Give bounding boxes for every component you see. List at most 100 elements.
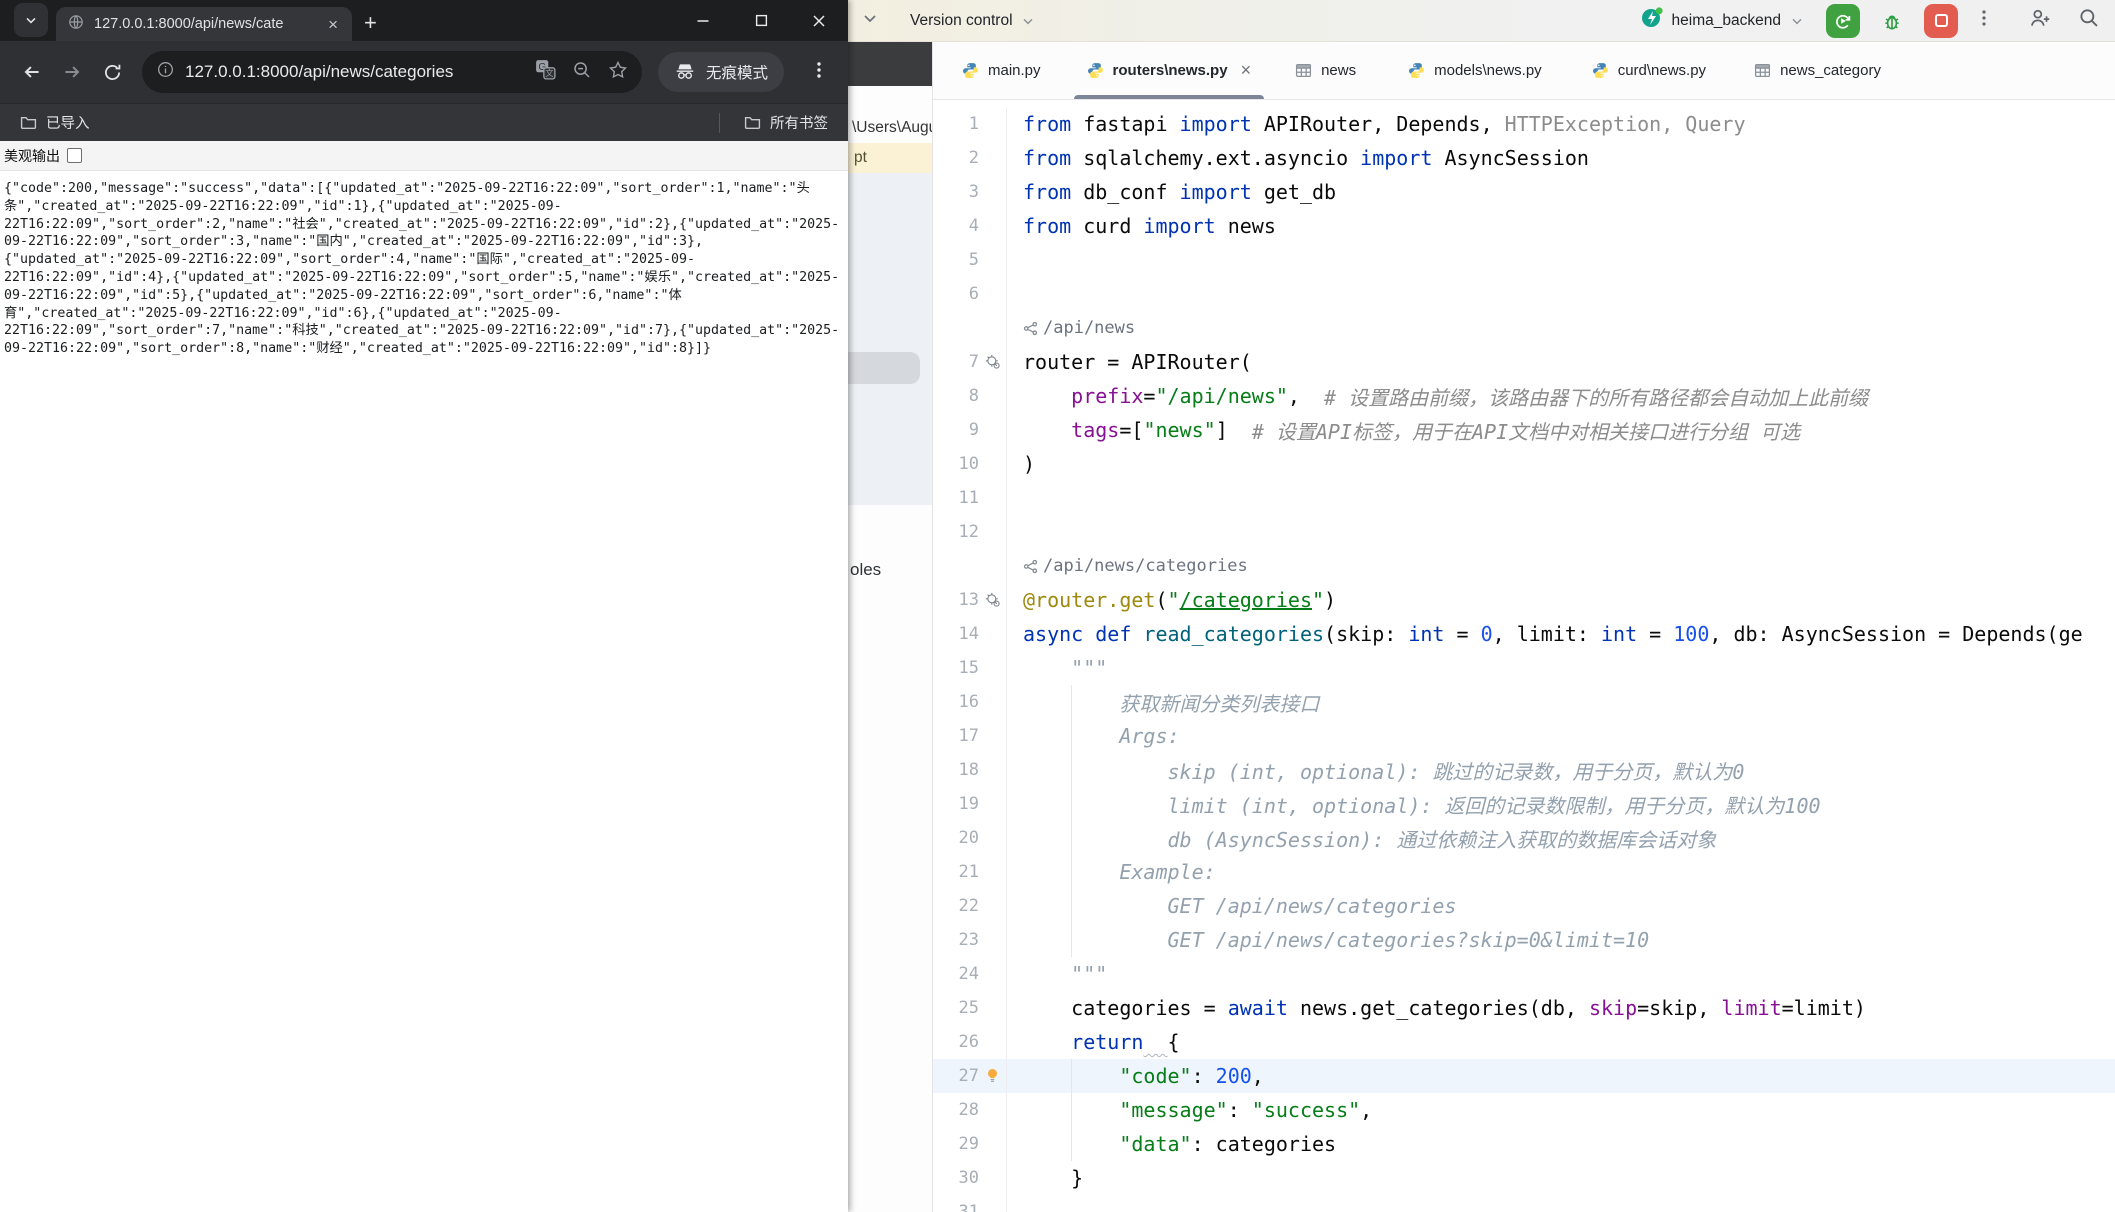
- desktop: Version control heima_backend main.py ro…: [0, 0, 2115, 1212]
- forward-button[interactable]: [52, 52, 92, 92]
- endpoint-inlay-hint[interactable]: /api/news: [1023, 318, 1135, 338]
- code-editor[interactable]: 1 from fastapi import APIRouter, Depends,…: [933, 100, 2115, 1212]
- python-file-icon: [1592, 62, 1609, 79]
- editor-tab-main-py[interactable]: main.py: [957, 42, 1046, 99]
- line-number: 9: [968, 420, 979, 440]
- background-button[interactable]: [848, 352, 920, 384]
- editor-tab-models-news-py[interactable]: models\news.py: [1403, 42, 1547, 99]
- folder-icon: [20, 117, 37, 130]
- zoom-out-icon[interactable]: [572, 60, 592, 85]
- json-line: 22T16:22:09","id":4},{"updated_at":"2025…: [4, 269, 840, 285]
- close-icon: [813, 14, 825, 27]
- folder-icon: [744, 117, 761, 130]
- svg-text:文: 文: [545, 68, 553, 78]
- line-number: 22: [958, 896, 979, 916]
- address-bar[interactable]: 127.0.0.1:8000/api/news/categories G文: [142, 51, 642, 93]
- stop-button[interactable]: [1924, 3, 1958, 38]
- endpoint-inlay-hint[interactable]: /api/news/categories: [1023, 556, 1248, 576]
- code-line: 20 db (AsyncSession): 通过依赖注入获取的数据库会话对象: [933, 821, 2115, 855]
- run-config-name: heima_backend: [1671, 11, 1781, 29]
- line-number: 5: [968, 250, 979, 270]
- line-number: 8: [968, 386, 979, 406]
- code-with-me-button[interactable]: [2028, 6, 2052, 35]
- code-line: 24 """: [933, 957, 2115, 991]
- forward-arrow-icon: [65, 66, 80, 78]
- tab-label: routers\news.py: [1112, 62, 1228, 79]
- new-tab-button[interactable]: +: [364, 12, 377, 34]
- translate-icon[interactable]: G文: [535, 59, 556, 85]
- line-number: 28: [958, 1100, 979, 1120]
- line-number: 2: [968, 148, 979, 168]
- json-line: 22T16:22:09","sort_order":7,"name":"科技",…: [4, 323, 840, 339]
- endpoint-inlay-row: /api/news/categories: [933, 549, 2115, 583]
- line-number: 6: [968, 284, 979, 304]
- line-number: 31: [958, 1202, 979, 1212]
- code-line: 6: [933, 277, 2115, 311]
- url-text: 127.0.0.1:8000/api/news/categories: [185, 62, 454, 81]
- line-number: 21: [958, 862, 979, 882]
- close-tab-icon[interactable]: ×: [1241, 60, 1252, 81]
- code-line: 26 return {: [933, 1025, 2115, 1059]
- debug-button[interactable]: [1875, 4, 1909, 38]
- browser-tab[interactable]: 127.0.0.1:8000/api/news/cate ×: [56, 7, 352, 41]
- line-number: 10: [958, 454, 979, 474]
- close-window-button[interactable]: [790, 0, 848, 41]
- editor-tab-news[interactable]: news: [1290, 42, 1361, 99]
- back-button[interactable]: [12, 52, 52, 92]
- search-icon: [2080, 9, 2098, 27]
- line-number: 13: [958, 590, 979, 610]
- code-line: 8 prefix = "/api/news", # 设置路由前缀，该路由器下的所有路…: [933, 379, 2115, 413]
- python-file-icon: [1408, 62, 1425, 79]
- more-options-button[interactable]: [1973, 8, 1995, 33]
- code-line: 25 categories = await news.get_categorie…: [933, 991, 2115, 1025]
- background-window: \Users\Augu pt oles: [848, 42, 932, 1212]
- line-number: 24: [958, 964, 979, 984]
- code-line: 1 from fastapi import APIRouter, Depends,…: [933, 107, 2115, 141]
- maximize-button[interactable]: [732, 0, 790, 41]
- line-number: 29: [958, 1134, 979, 1154]
- json-line: {"code":200,"message":"success","data":[…: [4, 181, 810, 196]
- search-everywhere-button[interactable]: [2077, 6, 2101, 35]
- indent-guide: [1071, 719, 1072, 753]
- reload-button[interactable]: [92, 52, 132, 92]
- close-tab-icon[interactable]: ×: [324, 14, 342, 35]
- line-number: 20: [958, 828, 979, 848]
- editor-tab-curd-news-py[interactable]: curd\news.py: [1587, 42, 1711, 99]
- site-info-icon[interactable]: [156, 60, 175, 84]
- line-number: 15: [958, 658, 979, 678]
- rerun-button[interactable]: [1826, 3, 1860, 38]
- vcs-label: Version control: [910, 11, 1013, 29]
- code-line: 10): [933, 447, 2115, 481]
- background-highlighted-row: pt: [848, 143, 932, 173]
- ide-main-area: main.py routers\news.py × news models\news.p…: [932, 42, 2115, 1212]
- editor-tab-routers-news-py[interactable]: routers\news.py ×: [1073, 42, 1264, 99]
- bookmark-star-icon[interactable]: [608, 60, 628, 85]
- browser-menu-button[interactable]: [802, 56, 836, 89]
- background-window-header: [848, 42, 932, 86]
- code-line: 2 from sqlalchemy.ext.asyncio import Asyn…: [933, 141, 2115, 175]
- intention-bulb-icon[interactable]: [979, 1068, 1006, 1084]
- all-bookmarks-folder[interactable]: 所有书签: [738, 109, 834, 136]
- tab-label: models\news.py: [1434, 62, 1542, 79]
- pretty-print-checkbox[interactable]: [67, 148, 82, 163]
- indent-guide: [1071, 855, 1072, 889]
- main-menu-chevron-icon[interactable]: [860, 8, 880, 33]
- indent-guide: [1071, 787, 1072, 821]
- line-number: 30: [958, 1168, 979, 1188]
- endpoint-gutter-icon[interactable]: [979, 592, 1006, 608]
- run-config-widget[interactable]: heima_backend: [1634, 3, 1811, 38]
- table-file-icon: [1754, 62, 1771, 79]
- code-line: 13 @router.get("/categories "): [933, 583, 2115, 617]
- chevron-down-icon: [26, 17, 36, 24]
- bookmark-folder-imported[interactable]: 已导入: [14, 109, 96, 136]
- code-line: 16 获取新闻分类列表接口: [933, 685, 2115, 719]
- kebab-menu-icon: [817, 61, 821, 78]
- editor-tab-news-category[interactable]: news_category: [1749, 42, 1886, 99]
- background-text-fragment: oles: [850, 560, 882, 579]
- minimize-button[interactable]: [674, 0, 732, 41]
- indent-guide: [1071, 1093, 1072, 1127]
- tab-search-button[interactable]: [14, 3, 48, 37]
- vcs-widget[interactable]: Version control: [902, 8, 1044, 34]
- code-line: 30 }: [933, 1161, 2115, 1195]
- endpoint-gutter-icon[interactable]: [979, 354, 1006, 370]
